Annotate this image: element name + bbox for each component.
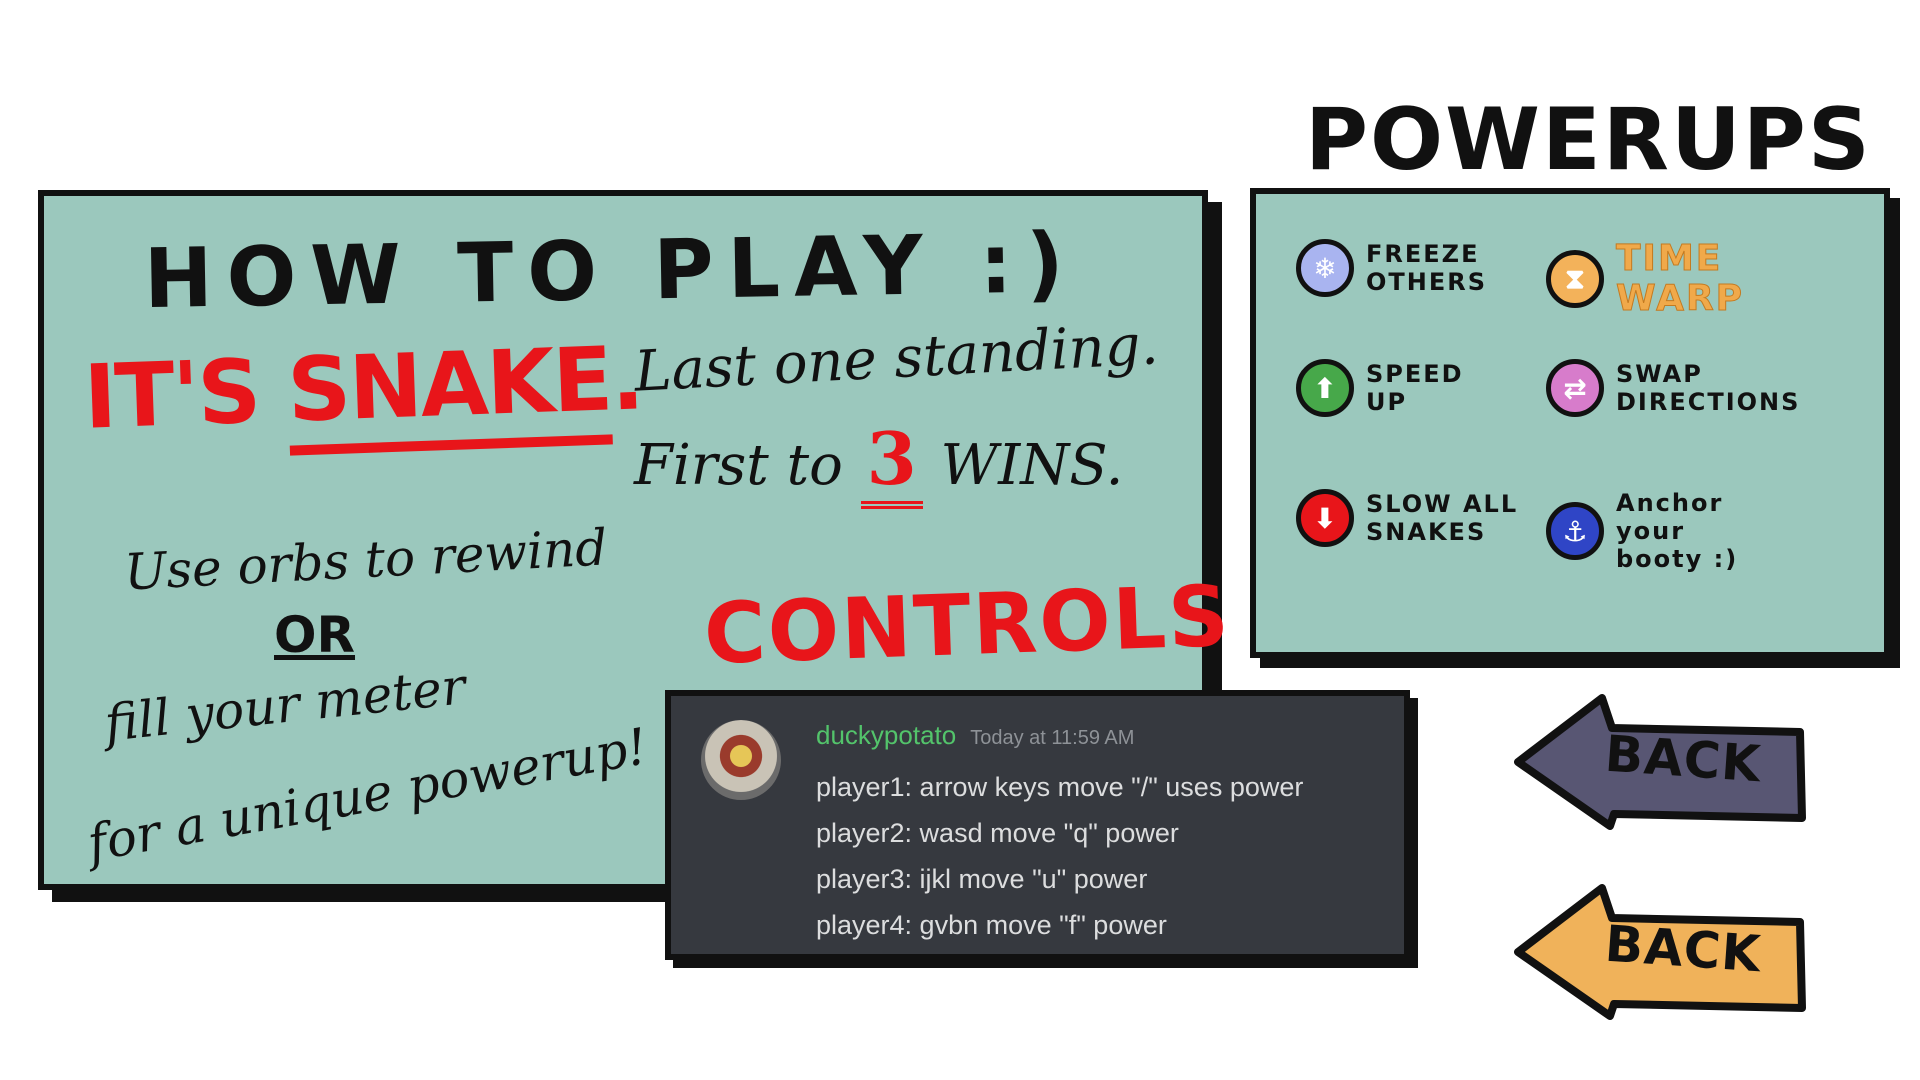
powerup-freeze: ❄ FREEZE OTHERS	[1296, 239, 1516, 297]
hourglass-icon: ⧗	[1546, 250, 1604, 308]
powerup-label-anchor: Anchor your booty :)	[1616, 489, 1739, 573]
win-count: 3	[860, 416, 923, 509]
control-line-player2: player2: wasd move "q" power	[816, 818, 1179, 848]
anchor-icon: ⚓	[1546, 502, 1604, 560]
controls-title: CONTROLS	[702, 566, 1233, 684]
back-button-purple[interactable]: BACK	[1510, 690, 1810, 830]
rule-first-to-wins: First to 3 WINS.	[634, 416, 1124, 509]
powerup-label-freeze: FREEZE OTHERS	[1366, 240, 1488, 296]
tip-or: OR	[274, 606, 356, 664]
back-button-label: BACK	[1603, 914, 1764, 984]
snowflake-icon: ❄	[1296, 239, 1354, 297]
avatar	[701, 720, 781, 800]
powerup-swap-directions: ⇄ SWAP DIRECTIONS	[1546, 359, 1856, 417]
powerup-label-speed-up: SPEED UP	[1366, 360, 1464, 416]
powerups-title: POWERUPS	[1305, 90, 1872, 190]
chat-timestamp: Today at 11:59 AM	[970, 727, 1135, 749]
back-button-label: BACK	[1603, 724, 1764, 794]
controls-chat-message: duckypotato Today at 11:59 AM player1: ar…	[665, 690, 1410, 960]
control-line-player1: player1: arrow keys move "/" uses power	[816, 772, 1304, 802]
up-arrow-icon: ⬆	[1296, 359, 1354, 417]
rule-first-prefix: First to	[634, 433, 861, 498]
powerups-panel: ❄ FREEZE OTHERS ⧗ TIME WARP ⬆ SPEED UP ⇄…	[1250, 188, 1890, 658]
powerup-label-slow: SLOW ALL SNAKES	[1366, 490, 1519, 546]
control-line-player4: player4: gvbn move "f" power	[816, 910, 1167, 940]
powerup-time-warp: ⧗ TIME WARP	[1546, 238, 1776, 319]
chat-header: duckypotato Today at 11:59 AM	[816, 720, 1134, 751]
control-line-player3: player3: ijkl move "u" power	[816, 864, 1148, 894]
chat-username: duckypotato	[816, 720, 957, 750]
how-to-play-title: HOW TO PLAY :)	[143, 215, 1079, 328]
powerup-slow-all: ⬇ SLOW ALL SNAKES	[1296, 489, 1536, 547]
rule-last-standing: Last one standing.	[632, 312, 1160, 405]
down-arrow-icon: ⬇	[1296, 489, 1354, 547]
powerup-speed-up: ⬆ SPEED UP	[1296, 359, 1486, 417]
its-snake-heading: IT'S SNAKE.	[82, 326, 644, 462]
snake-prefix: IT'S	[82, 338, 290, 449]
powerup-label-time-warp: TIME WARP	[1616, 238, 1745, 319]
tip-orbs-rewind: Use orbs to rewind	[122, 518, 609, 602]
rule-first-suffix: WINS.	[922, 433, 1124, 498]
powerup-anchor: ⚓ Anchor your booty :)	[1546, 489, 1766, 573]
back-button-orange[interactable]: BACK	[1510, 880, 1810, 1020]
powerup-label-swap: SWAP DIRECTIONS	[1616, 360, 1801, 416]
tip-fill-meter: fill your meter	[101, 657, 469, 753]
snake-word: SNAKE	[285, 327, 614, 456]
chat-body: player1: arrow keys move "/" uses power …	[816, 764, 1303, 948]
swap-icon: ⇄	[1546, 359, 1604, 417]
